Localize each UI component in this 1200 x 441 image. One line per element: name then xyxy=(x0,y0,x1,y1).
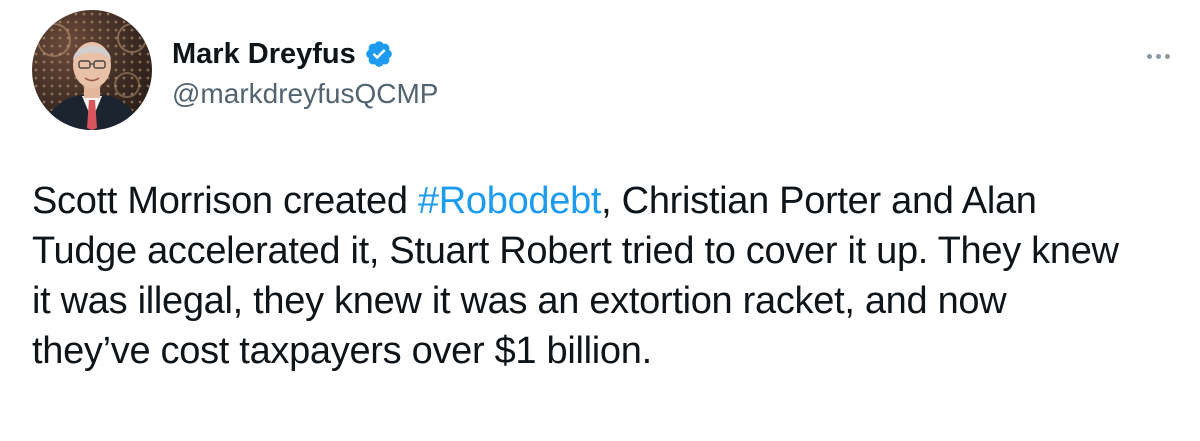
more-options-icon[interactable] xyxy=(1138,42,1178,70)
tweet-line-4: they’ve cost taxpayers over $1 billion. xyxy=(32,330,652,372)
profile-photo-icon xyxy=(32,10,152,130)
tweet-line-3: it was illegal, they knew it was an exto… xyxy=(32,280,1007,322)
tweet-text: Scott Morrison created #Robodebt, Christ… xyxy=(32,176,1182,376)
dot-icon xyxy=(1146,53,1152,59)
hashtag-link[interactable]: #Robodebt xyxy=(418,180,602,222)
dot-icon xyxy=(1164,53,1170,59)
verified-badge-icon xyxy=(364,39,394,69)
author-avatar[interactable] xyxy=(32,10,152,130)
author-name[interactable]: Mark Dreyfus xyxy=(172,38,356,71)
author-handle[interactable]: @markdreyfusQCMP xyxy=(172,78,438,110)
tweet-text-segment: , Christian Porter and Alan xyxy=(601,180,1037,222)
dot-icon xyxy=(1155,53,1161,59)
tweet-line-2: Tudge accelerated it, Stuart Robert trie… xyxy=(32,230,1119,272)
author-name-row: Mark Dreyfus xyxy=(172,36,394,72)
tweet-text-segment: Scott Morrison created xyxy=(32,180,418,222)
tweet-card: Mark Dreyfus @markdreyfusQCMP Scott Morr… xyxy=(0,0,1200,441)
tweet-line-1: Scott Morrison created #Robodebt, Christ… xyxy=(32,176,1182,226)
